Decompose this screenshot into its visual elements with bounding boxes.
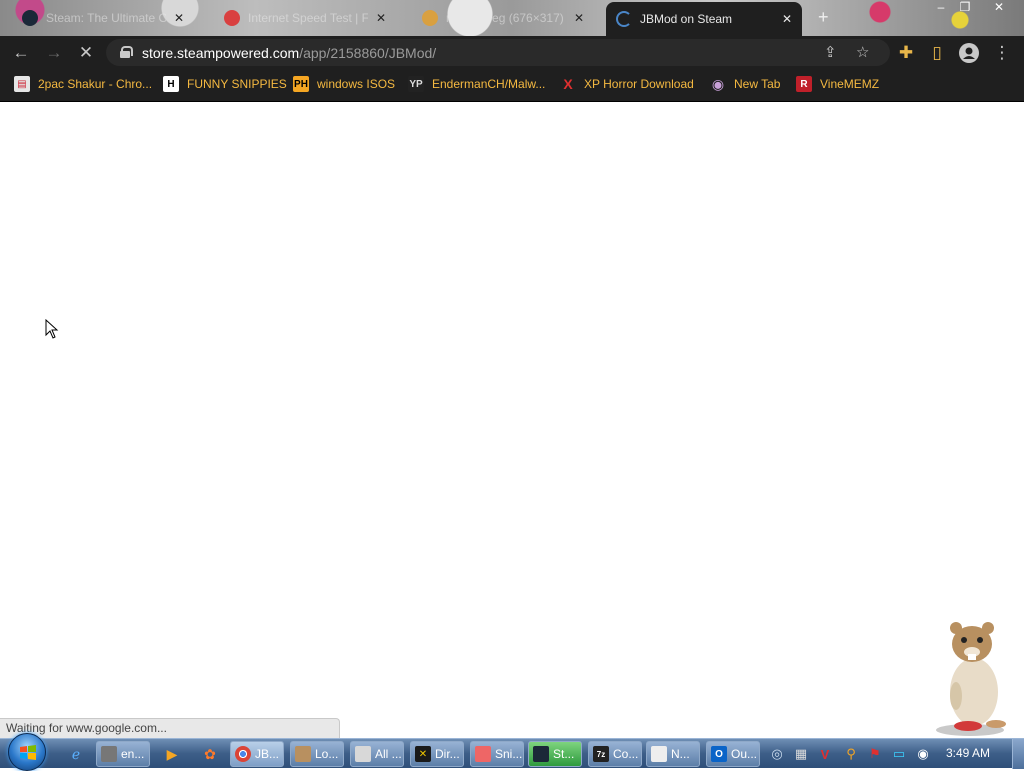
taskbar-item-steam[interactable]: St... xyxy=(528,741,582,767)
forward-button[interactable]: → xyxy=(43,42,65,64)
record-tray-icon[interactable]: ◉ xyxy=(914,745,932,763)
browser-toolbar: ← → ✕ store.steampowered.com/app/2158860… xyxy=(0,36,1024,69)
bookmark-2pac[interactable]: ▤ 2pac Shakur - Chro... xyxy=(14,76,152,92)
side-panel-icon[interactable]: ▯ xyxy=(926,42,948,64)
taskbar-item-snipping[interactable]: Sni... xyxy=(470,741,524,767)
tab-title: meme.jpeg (676×317) xyxy=(446,11,564,25)
taskbar-item-directx[interactable]: ✕ Dir... xyxy=(410,741,464,767)
bookmarks-bar: ▤ 2pac Shakur - Chro... H FUNNY SNIPPIES… xyxy=(0,69,1024,102)
tab-meme-image[interactable]: meme.jpeg (676×317) ✕ xyxy=(412,4,594,32)
directx-icon: ✕ xyxy=(415,746,431,762)
bookmark-windows-isos[interactable]: PH windows ISOS xyxy=(293,76,395,92)
speedtest-icon xyxy=(224,10,240,26)
snipping-icon xyxy=(475,746,491,762)
window-icon xyxy=(355,746,371,762)
bookmark-xp-horror[interactable]: X XP Horror Download xyxy=(560,76,694,92)
extensions-icon[interactable]: ✚ xyxy=(895,42,917,64)
mouse-cursor-icon xyxy=(45,319,59,339)
tab-title: Internet Speed Test | Fas... xyxy=(248,11,368,25)
bookmark-label: FUNNY SNIPPIES xyxy=(187,77,287,91)
notepad-icon xyxy=(651,746,667,762)
bookmark-vinememz[interactable]: R VineMEMZ xyxy=(796,76,879,92)
folder-icon: ▤ xyxy=(14,76,30,92)
bookmark-label: windows ISOS xyxy=(317,77,396,91)
h-icon: H xyxy=(163,76,179,92)
bookmark-endermanch[interactable]: YP EndermanCH/Malw... xyxy=(408,76,545,92)
url-text[interactable]: store.steampowered.com/app/2158860/JBMod… xyxy=(142,45,436,61)
close-icon[interactable]: ✕ xyxy=(574,11,584,25)
v-tray-icon[interactable]: V xyxy=(816,745,834,763)
flag-tray-icon[interactable]: ⚑ xyxy=(866,745,884,763)
show-desktop-button[interactable] xyxy=(1012,739,1024,769)
app-launcher-icon[interactable]: ✿ xyxy=(200,744,220,764)
bookmark-label: 2pac Shakur - Chro... xyxy=(38,77,153,91)
bookmark-star-icon[interactable]: ☆ xyxy=(856,43,869,61)
start-button[interactable] xyxy=(8,733,46,771)
new-tab-button[interactable]: + xyxy=(818,7,829,28)
tab-title: Steam: The Ultimate On... xyxy=(46,11,166,25)
7zip-icon: 7z xyxy=(593,746,609,762)
bookmark-label: New Tab xyxy=(734,77,781,91)
hamster-icon xyxy=(295,746,311,762)
x-icon: X xyxy=(563,76,573,92)
ph-icon: PH xyxy=(293,76,309,92)
hamster-mascot-icon xyxy=(936,622,1006,736)
search-tray-icon[interactable]: ⚲ xyxy=(842,745,860,763)
close-icon[interactable]: ✕ xyxy=(174,11,184,25)
page-content[interactable] xyxy=(0,103,1024,737)
network-tray-icon[interactable]: ▦ xyxy=(792,745,810,763)
close-icon[interactable]: ✕ xyxy=(376,11,386,25)
restore-button[interactable]: ❐ xyxy=(952,0,978,16)
taskbar-item-chrome[interactable]: JB... xyxy=(230,741,284,767)
taskbar-item-all[interactable]: All ... xyxy=(350,741,404,767)
outlook-icon: O xyxy=(711,746,727,762)
back-button[interactable]: ← xyxy=(10,42,32,64)
tab-strip: Steam: The Ultimate On... ✕ Internet Spe… xyxy=(0,0,1024,36)
status-bubble: Waiting for www.google.com... xyxy=(0,718,340,738)
stop-loading-button[interactable]: ✕ xyxy=(75,42,97,64)
taskbar-item-notepad[interactable]: N... xyxy=(646,741,700,767)
steam-icon xyxy=(22,10,38,26)
loading-spinner-icon xyxy=(616,11,632,27)
bookmark-label: XP Horror Download xyxy=(584,77,694,91)
minimize-button[interactable]: – xyxy=(928,0,954,16)
lock-icon[interactable] xyxy=(120,46,133,58)
profile-avatar[interactable] xyxy=(958,42,980,64)
chrome-icon xyxy=(235,746,251,762)
steam-icon xyxy=(533,746,549,762)
tab-jbmod[interactable]: JBMod on Steam ✕ xyxy=(606,2,802,36)
bookmark-label: VineMEMZ xyxy=(820,77,880,91)
taskbar-item-notebook[interactable]: en... xyxy=(96,741,150,767)
steam-tray-icon[interactable]: ◎ xyxy=(768,745,786,763)
close-icon[interactable]: ✕ xyxy=(782,12,792,26)
notebook-icon xyxy=(101,746,117,762)
r-icon: R xyxy=(796,76,812,92)
system-clock[interactable]: 3:49 AM xyxy=(946,746,990,760)
share-icon[interactable]: ⇪ xyxy=(824,43,837,61)
display-tray-icon[interactable]: ▭ xyxy=(890,745,908,763)
media-player-icon[interactable]: ▶ xyxy=(162,744,182,764)
address-bar[interactable]: store.steampowered.com/app/2158860/JBMod… xyxy=(106,39,890,66)
taskbar-item-7zip[interactable]: 7z Co... xyxy=(588,741,642,767)
internet-explorer-icon[interactable]: ℯ xyxy=(66,744,86,764)
windows-logo-icon xyxy=(20,745,36,760)
tab-steam[interactable]: Steam: The Ultimate On... ✕ xyxy=(12,4,194,32)
bookmark-label: EndermanCH/Malw... xyxy=(432,77,546,91)
taskbar: ℯ en... ▶ ✿ JB... Lo... All ... ✕ Dir...… xyxy=(0,733,1024,771)
image-icon xyxy=(422,10,438,26)
globe-icon: ◉ xyxy=(711,75,725,92)
tab-speed-test[interactable]: Internet Speed Test | Fas... ✕ xyxy=(214,4,396,32)
taskbar-item-outlook[interactable]: O Ou... xyxy=(706,741,760,767)
taskbar-item-hamster[interactable]: Lo... xyxy=(290,741,344,767)
close-window-button[interactable]: ✕ xyxy=(986,0,1012,16)
menu-icon[interactable]: ⋮ xyxy=(991,42,1013,64)
tab-title: JBMod on Steam xyxy=(640,12,733,26)
yp-icon: YP xyxy=(408,76,424,92)
bookmark-funny-snippies[interactable]: H FUNNY SNIPPIES xyxy=(163,76,287,92)
bookmark-new-tab[interactable]: ◉ New Tab xyxy=(710,75,781,92)
